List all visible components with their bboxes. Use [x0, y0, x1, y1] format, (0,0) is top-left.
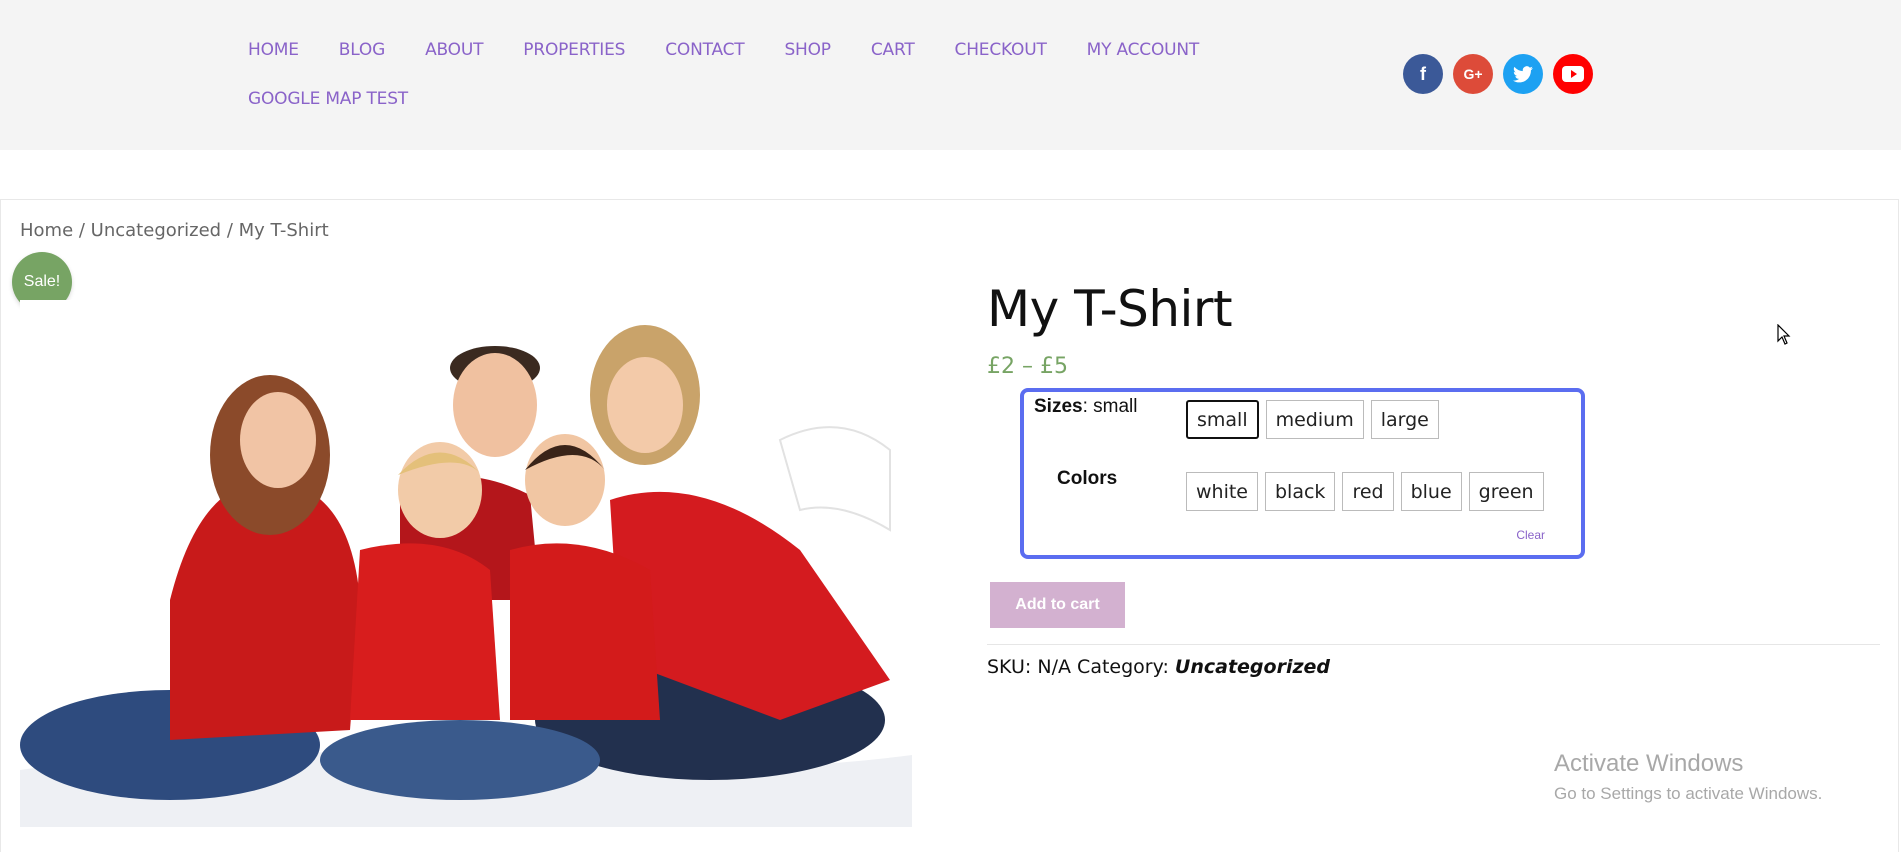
nav-shop[interactable]: SHOP [784, 34, 831, 83]
variations-form: Sizes: small small medium large Colors w… [1020, 388, 1585, 559]
mouse-cursor-icon [1777, 324, 1791, 345]
category-label: Category: [1077, 656, 1169, 678]
nav-about[interactable]: ABOUT [425, 34, 483, 83]
color-swatch-white[interactable]: white [1186, 472, 1258, 511]
nav-properties[interactable]: PROPERTIES [523, 34, 625, 83]
sizes-swatches: small medium large [1186, 400, 1439, 439]
facebook-icon[interactable]: f [1403, 54, 1443, 94]
product-title: My T-Shirt [987, 280, 1233, 338]
color-swatch-green[interactable]: green [1468, 472, 1544, 511]
size-swatch-small[interactable]: small [1186, 400, 1259, 439]
colors-swatches: white black red blue green [1186, 472, 1544, 511]
watermark-subtitle: Go to Settings to activate Windows. [1554, 784, 1823, 803]
nav-checkout[interactable]: CHECKOUT [955, 34, 1047, 83]
sku-label: SKU: [987, 656, 1032, 678]
sizes-label-row: Sizes: small [1034, 396, 1138, 418]
nav-blog[interactable]: BLOG [339, 34, 385, 83]
meta-divider [987, 644, 1880, 645]
product-image[interactable] [20, 300, 912, 827]
colors-label: Colors [1057, 468, 1118, 489]
breadcrumb-separator: / [73, 220, 91, 241]
facebook-glyph: f [1420, 63, 1426, 84]
twitter-bird-icon [1513, 65, 1533, 82]
nav-my-account[interactable]: MY ACCOUNT [1087, 34, 1200, 83]
youtube-icon[interactable] [1553, 54, 1593, 94]
watermark-title: Activate Windows [1554, 750, 1744, 777]
color-swatch-red[interactable]: red [1342, 472, 1394, 511]
category-link[interactable]: Uncategorized [1175, 656, 1330, 678]
nav-home[interactable]: HOME [248, 34, 299, 83]
add-to-cart-button[interactable]: Add to cart [990, 582, 1125, 628]
social-links: f G+ [1403, 54, 1593, 94]
youtube-play-icon [1562, 66, 1584, 82]
nav-cart[interactable]: CART [871, 34, 915, 83]
breadcrumb-category[interactable]: Uncategorized [91, 220, 221, 241]
google-plus-glyph: G+ [1463, 66, 1483, 82]
size-swatch-medium[interactable]: medium [1265, 400, 1364, 439]
breadcrumb-separator: / [221, 220, 239, 241]
sizes-selected-value: : small [1082, 396, 1138, 417]
breadcrumb-home[interactable]: Home [20, 220, 73, 241]
breadcrumb-current: My T-Shirt [238, 220, 329, 241]
main-nav: HOME BLOG ABOUT PROPERTIES CONTACT SHOP … [248, 34, 1248, 132]
color-swatch-black[interactable]: black [1265, 472, 1336, 511]
sizes-label: Sizes [1034, 396, 1083, 417]
twitter-icon[interactable] [1503, 54, 1543, 94]
windows-activation-watermark: Activate Windows Go to Settings to activ… [1554, 750, 1822, 804]
clear-variations-link[interactable]: Clear [1516, 528, 1545, 542]
breadcrumb: Home / Uncategorized / My T-Shirt [20, 220, 329, 241]
google-plus-icon[interactable]: G+ [1453, 54, 1493, 94]
color-swatch-blue[interactable]: blue [1400, 472, 1462, 511]
size-swatch-large[interactable]: large [1370, 400, 1439, 439]
sku-value: N/A [1037, 656, 1071, 678]
site-header: HOME BLOG ABOUT PROPERTIES CONTACT SHOP … [0, 0, 1901, 150]
product-meta: SKU: N/A Category: Uncategorized [987, 656, 1330, 678]
product-price: £2 – £5 [987, 354, 1068, 379]
nav-contact[interactable]: CONTACT [665, 34, 744, 83]
nav-google-map-test[interactable]: GOOGLE MAP TEST [248, 83, 408, 132]
